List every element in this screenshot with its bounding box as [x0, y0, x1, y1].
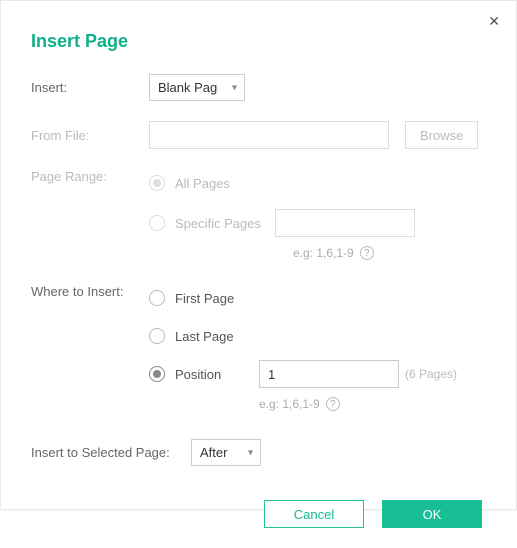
radio-specific-pages: Specific Pages [149, 215, 261, 231]
dialog-body: Insert Page Insert: Blank Page From File… [1, 1, 516, 548]
radio-last-page-label: Last Page [175, 329, 234, 344]
row-where-to-insert: Where to Insert: First Page Last Page Po… [31, 284, 486, 411]
cancel-button[interactable]: Cancel [264, 500, 364, 528]
radio-first-page-label: First Page [175, 291, 234, 306]
insert-to-selected-select[interactable]: After [191, 439, 261, 466]
specific-pages-input [275, 209, 415, 237]
radio-specific-pages-label: Specific Pages [175, 216, 261, 231]
radio-dot-icon [149, 215, 165, 231]
label-from-file: From File: [31, 128, 149, 143]
row-insert: Insert: Blank Page [31, 74, 486, 101]
ok-button[interactable]: OK [382, 500, 482, 528]
radio-first-page[interactable]: First Page [149, 290, 234, 306]
help-icon[interactable]: ? [360, 246, 374, 260]
radio-all-pages-label: All Pages [175, 176, 230, 191]
label-page-range: Page Range: [31, 169, 149, 184]
dialog-footer: Cancel OK [31, 500, 486, 528]
row-insert-to-selected: Insert to Selected Page: After [31, 439, 486, 466]
label-insert: Insert: [31, 80, 149, 95]
dialog-title: Insert Page [31, 31, 486, 52]
position-hint: e.g: 1,6,1-9 ? [259, 397, 340, 411]
radio-all-pages: All Pages [149, 175, 230, 191]
radio-dot-icon [149, 175, 165, 191]
row-page-range: Page Range: All Pages Specific Pages e.g… [31, 169, 486, 260]
label-insert-to-selected: Insert to Selected Page: [31, 445, 191, 460]
row-from-file: From File: Browse [31, 121, 486, 149]
radio-dot-icon [149, 328, 165, 344]
label-where-to-insert: Where to Insert: [31, 284, 149, 299]
radio-position-label: Position [175, 367, 221, 382]
insert-select[interactable]: Blank Page [149, 74, 245, 101]
radio-dot-icon [149, 290, 165, 306]
help-icon[interactable]: ? [326, 397, 340, 411]
browse-button: Browse [405, 121, 478, 149]
close-icon[interactable]: ✕ [488, 13, 500, 30]
position-input[interactable] [259, 360, 399, 388]
from-file-input [149, 121, 389, 149]
radio-last-page[interactable]: Last Page [149, 328, 234, 344]
page-range-hint: e.g: 1,6,1-9 ? [293, 246, 374, 260]
insert-select-wrap: Blank Page [149, 74, 245, 101]
page-count-text: (6 Pages) [405, 367, 457, 381]
radio-position[interactable]: Position [149, 366, 259, 382]
radio-dot-icon [149, 366, 165, 382]
after-select-wrap: After [191, 439, 261, 466]
